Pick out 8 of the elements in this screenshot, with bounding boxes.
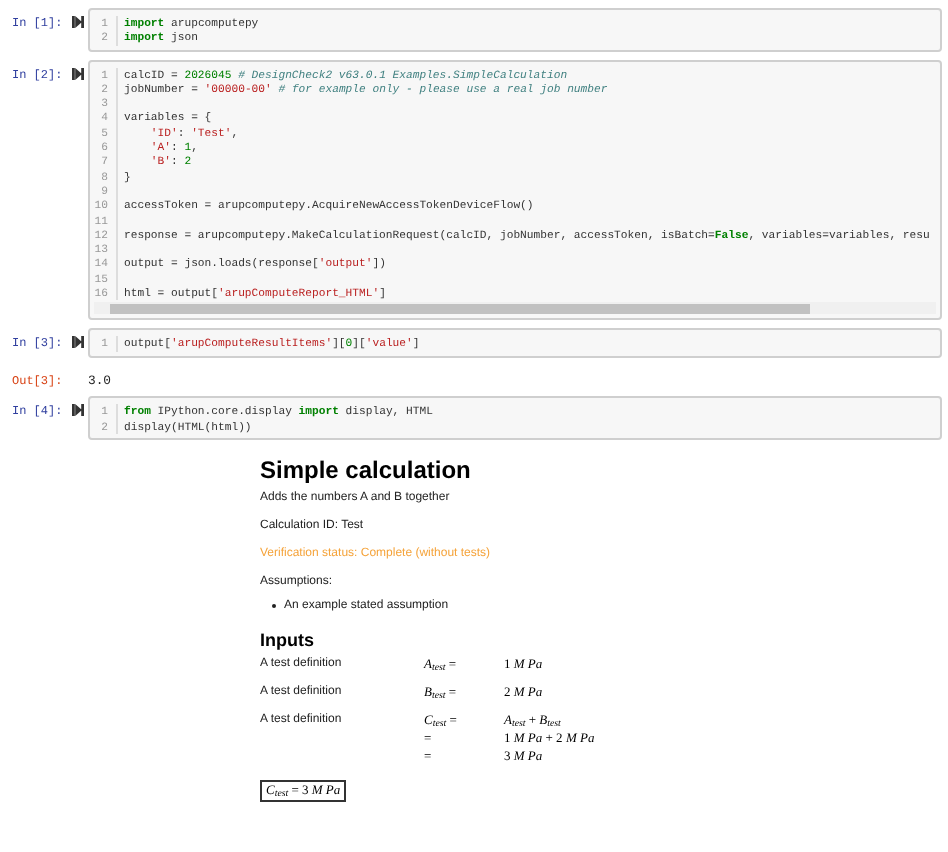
horizontal-scrollbar[interactable] [94,302,936,315]
report-title: Simple calculation [260,455,473,484]
code-cell[interactable] [88,59,942,321]
inputs-heading: Inputs [260,629,316,652]
run-icon[interactable] [72,16,84,28]
run-icon[interactable] [72,336,84,349]
run-icon[interactable] [72,67,84,80]
run-icon[interactable] [72,404,84,417]
